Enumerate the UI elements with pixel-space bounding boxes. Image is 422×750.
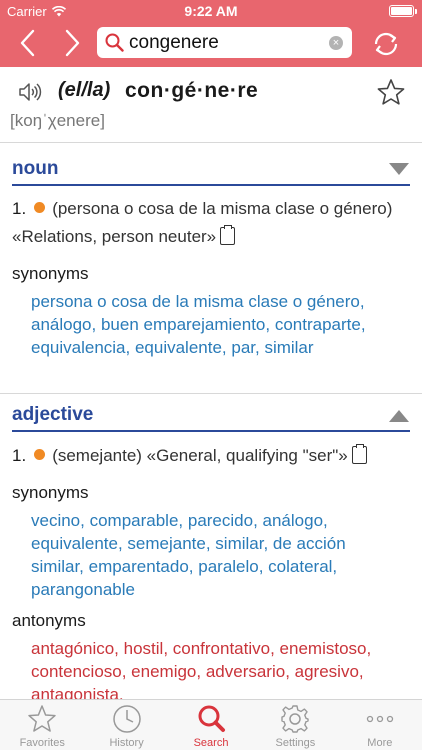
star-icon [28, 705, 56, 732]
tab-favorites[interactable]: Favorites [0, 700, 84, 750]
phonetic-transcription: [koŋˈχenere] [10, 111, 105, 130]
section-rule [12, 184, 410, 186]
section-noun-title[interactable]: noun [12, 158, 58, 180]
adjective-antonyms-list[interactable]: antagónico, hostil, confrontativo, enemi… [31, 637, 401, 706]
refresh-icon [374, 32, 398, 56]
search-icon [198, 705, 226, 732]
clock-icon [112, 705, 141, 733]
pronunciation-button[interactable] [18, 81, 42, 108]
gender-label: (el/la) [58, 79, 111, 101]
tab-bar: Favorites History Search Settings More [0, 699, 422, 750]
tab-label: Favorites [19, 737, 65, 749]
search-icon [105, 33, 124, 52]
top-bar: Carrier 9:22 AM × [0, 0, 422, 67]
speaker-icon [19, 83, 42, 101]
noun-synonyms-list[interactable]: persona o cosa de la misma clase o géner… [31, 290, 401, 359]
frequency-dot-icon [34, 449, 46, 460]
sense-text: (persona o cosa de la misma clase o géne… [12, 199, 393, 246]
swap-languages-button[interactable] [368, 27, 404, 61]
tab-label: More [367, 737, 393, 749]
collapse-triangle-icon[interactable] [389, 163, 409, 175]
adjective-antonyms-label: antonyms [12, 611, 86, 630]
clock-time: 9:22 AM [184, 3, 238, 19]
search-box[interactable]: × [97, 27, 352, 58]
noun-sense: 1. (persona o cosa de la misma clase o gé… [12, 195, 407, 251]
adjective-synonyms-list[interactable]: vecino, comparable, parecido, análogo, e… [31, 509, 401, 601]
battery-icon [389, 5, 417, 17]
star-icon [377, 79, 405, 105]
tab-more[interactable]: More [338, 700, 422, 750]
tab-search[interactable]: Search [169, 700, 253, 750]
chevron-right-icon [65, 29, 80, 57]
adjective-synonyms-label: synonyms [12, 483, 89, 502]
tab-label: History [109, 737, 144, 749]
tab-label: Settings [275, 737, 316, 749]
section-rule [12, 430, 410, 432]
status-bar: Carrier 9:22 AM [0, 0, 422, 22]
adjective-sense: 1. (semejante) «General, qualifying "ser"… [12, 442, 407, 470]
copy-clipboard-icon[interactable] [351, 444, 367, 464]
favorite-button[interactable] [376, 78, 406, 111]
divider [0, 142, 422, 143]
tab-label: Search [193, 737, 229, 749]
section-adjective-title[interactable]: adjective [12, 404, 93, 426]
forward-button[interactable] [58, 25, 88, 61]
frequency-dot-icon [34, 202, 46, 213]
chevron-left-icon [20, 29, 35, 57]
tab-settings[interactable]: Settings [253, 700, 337, 750]
back-button[interactable] [12, 25, 42, 61]
clear-search-button[interactable]: × [329, 36, 343, 50]
headword: con·gé·ne·re [125, 79, 259, 102]
sense-text: (semejante) «General, qualifying "ser"» [52, 446, 348, 465]
sense-number: 1. [12, 446, 27, 465]
divider [0, 393, 422, 394]
more-icon [366, 715, 393, 723]
sense-number: 1. [12, 199, 27, 218]
expand-triangle-icon[interactable] [389, 410, 409, 422]
noun-synonyms-label: synonyms [12, 264, 89, 283]
gear-icon [281, 705, 310, 733]
entry-header: (el/la) con·gé·ne·re [0, 77, 422, 107]
search-input[interactable] [129, 30, 319, 55]
tab-history[interactable]: History [84, 700, 168, 750]
copy-clipboard-icon[interactable] [220, 225, 236, 245]
